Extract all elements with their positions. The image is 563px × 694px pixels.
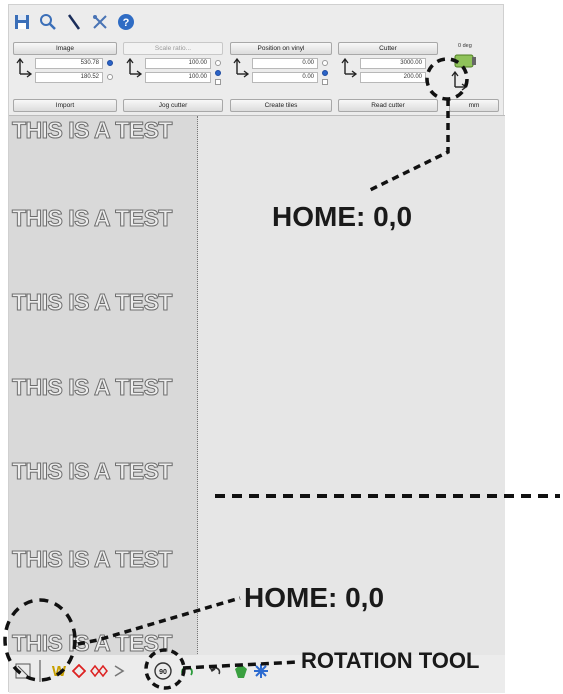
position-x-radio[interactable]	[322, 60, 328, 66]
position-y-radio[interactable]	[322, 70, 328, 76]
snowflake-icon[interactable]	[251, 661, 271, 681]
rotation-tool-label: ROTATION TOOL	[301, 648, 480, 673]
image-button[interactable]: Image	[13, 42, 117, 55]
import-button[interactable]: Import	[13, 99, 117, 112]
select-icon[interactable]	[13, 661, 33, 681]
scale-width-field[interactable]: 100.00	[145, 58, 211, 69]
diamond-icon[interactable]	[69, 661, 89, 681]
image-width-field[interactable]: 530.78	[35, 58, 103, 69]
undo-icon[interactable]	[205, 661, 225, 681]
scale-axis-icon	[126, 58, 143, 78]
test-text[interactable]: THIS IS A TEST	[12, 630, 173, 657]
position-lock-checkbox[interactable]	[322, 79, 328, 85]
rotate-label: 90	[159, 669, 167, 676]
test-text[interactable]: THIS IS A TEST	[12, 546, 173, 573]
read-cutter-button[interactable]: Read cutter	[338, 99, 438, 112]
image-height-field[interactable]: 180.52	[35, 72, 103, 83]
help-icon[interactable]: ?	[116, 12, 136, 32]
save-icon[interactable]	[12, 12, 32, 32]
position-axis-icon	[233, 58, 250, 78]
knife-icon[interactable]	[64, 12, 84, 32]
jog-cutter-button[interactable]: Jog cutter	[123, 99, 223, 112]
test-text[interactable]: THIS IS A TEST	[12, 374, 173, 401]
main-toolbar: ?	[9, 5, 139, 39]
double-diamond-icon[interactable]	[89, 661, 109, 681]
toolbar-divider	[39, 660, 41, 682]
image-width-radio[interactable]	[107, 60, 113, 66]
position-y-field[interactable]: 0.00	[252, 72, 318, 83]
image-height-radio[interactable]	[107, 74, 113, 80]
arrow-icon[interactable]	[109, 661, 129, 681]
scale-width-radio[interactable]	[215, 60, 221, 66]
cutter-height-field[interactable]: 200.00	[360, 72, 426, 83]
position-x-field[interactable]: 0.00	[252, 58, 318, 69]
svg-text:?: ?	[123, 17, 130, 29]
tools-icon[interactable]	[90, 12, 110, 32]
create-tiles-button[interactable]: Create tiles	[230, 99, 332, 112]
test-text[interactable]: THIS IS A TEST	[12, 458, 173, 485]
unit-button[interactable]: mm	[449, 99, 499, 112]
gem-icon[interactable]	[231, 661, 251, 681]
work-canvas[interactable]: THIS IS A TEST THIS IS A TEST THIS IS A …	[9, 115, 505, 657]
degree-label: 0 deg	[458, 43, 472, 49]
home-label-top: HOME: 0,0	[272, 201, 413, 232]
home-origin-icon[interactable]	[450, 71, 468, 93]
rotate-90-icon[interactable]: 90	[151, 661, 175, 681]
position-on-vinyl-button[interactable]: Position on vinyl	[230, 42, 332, 55]
scale-height-field[interactable]: 100.00	[145, 72, 211, 83]
scale-height-radio[interactable]	[215, 70, 221, 76]
cutter-button[interactable]: Cutter	[338, 42, 438, 55]
vinyl-roll-icon[interactable]	[453, 51, 477, 71]
weed-icon[interactable]: W	[49, 661, 69, 681]
test-text[interactable]: THIS IS A TEST	[12, 289, 173, 316]
test-text[interactable]: THIS IS A TEST	[12, 117, 173, 144]
cutter-width-field[interactable]: 3000.00	[360, 58, 426, 69]
home-label-bottom: HOME: 0,0	[244, 582, 385, 613]
cutter-axis-icon	[341, 58, 358, 78]
test-text[interactable]: THIS IS A TEST	[12, 205, 173, 232]
rotate-icon[interactable]	[177, 661, 197, 681]
zoom-icon[interactable]	[38, 12, 58, 32]
xy-axis-icon	[16, 58, 33, 78]
scale-lock-checkbox[interactable]	[215, 79, 221, 85]
vinyl-strip: THIS IS A TEST THIS IS A TEST THIS IS A …	[9, 116, 198, 657]
parameter-panel: Image Scale ratio... Position on vinyl C…	[9, 39, 505, 115]
scale-ratio-button[interactable]: Scale ratio...	[123, 42, 223, 55]
